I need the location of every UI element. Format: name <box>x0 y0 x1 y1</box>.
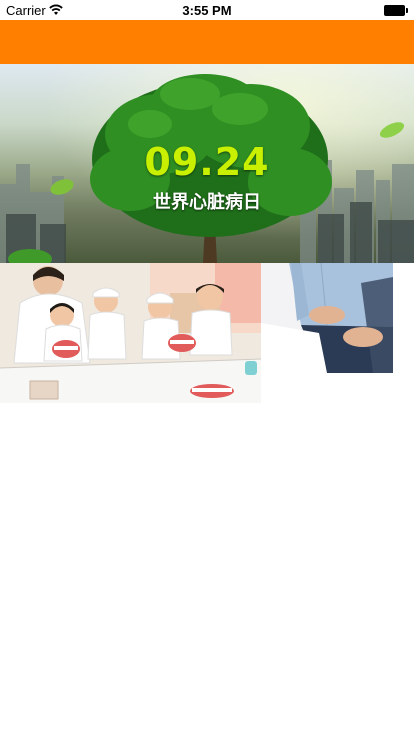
status-time: 3:55 PM <box>182 3 232 18</box>
children-dental-activity-photo[interactable] <box>0 263 261 403</box>
navigation-bar <box>0 20 414 64</box>
banner-title: 世界心脏病日 <box>153 192 261 212</box>
stomach-pain-photo[interactable] <box>261 263 393 373</box>
status-bar: Carrier 3:55 PM <box>0 0 414 20</box>
world-heart-day-banner[interactable]: 09.24 世界心脏病日 <box>0 64 414 263</box>
banner-date: 09.24 <box>144 140 270 184</box>
battery-icon <box>384 5 408 16</box>
